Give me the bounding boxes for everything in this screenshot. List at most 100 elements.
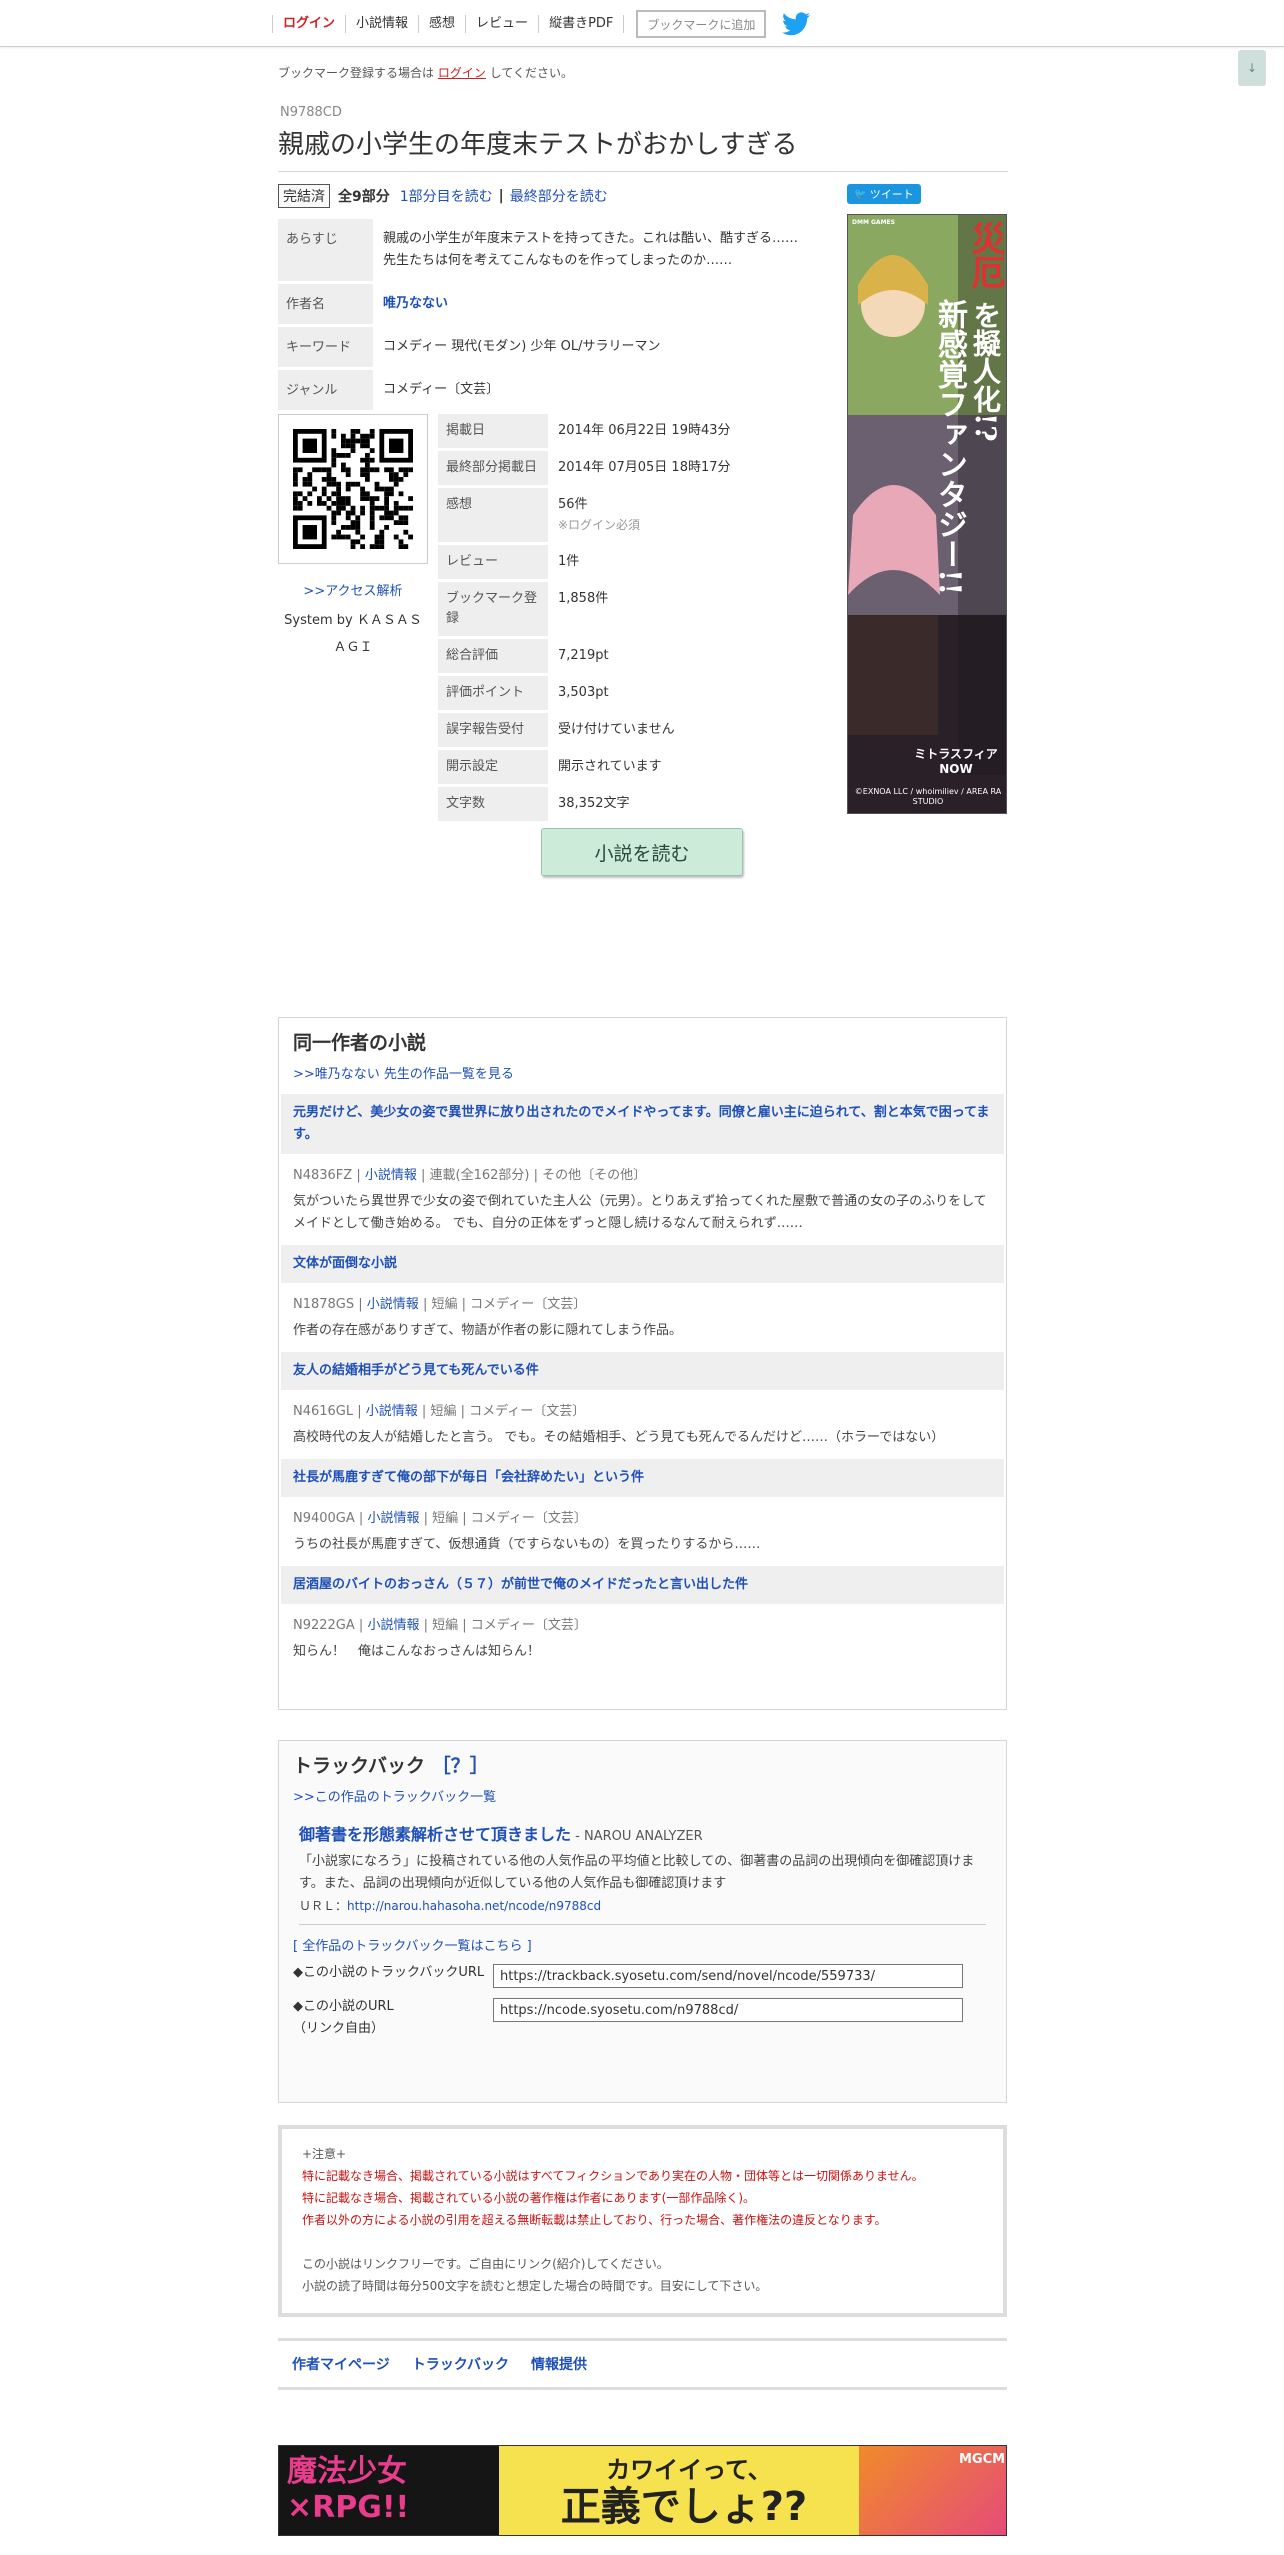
qr-module <box>302 477 308 482</box>
qr-module <box>360 510 365 516</box>
login-link[interactable]: ログイン <box>438 66 486 80</box>
qr-module <box>374 544 380 549</box>
qr-module <box>326 505 332 511</box>
table-row: 誤字報告受付 受け付けていません <box>438 713 810 747</box>
qr-module <box>369 429 375 434</box>
novel-info-link[interactable]: 小説情報 <box>366 1404 418 1419</box>
trackback-list-link[interactable]: >>この作品のトラックバック一覧 <box>293 1790 496 1805</box>
ad-main-text: 正義でしょ?? <box>560 2484 808 2530</box>
qr-module <box>374 481 380 487</box>
qr-module <box>369 520 375 525</box>
link-free-note: （リンク自由） <box>293 2021 385 2036</box>
qr-module <box>393 520 399 525</box>
twitter-bird-icon[interactable] <box>782 12 811 36</box>
novel-info-link[interactable]: 小説情報 <box>365 1168 417 1183</box>
scroll-down-button[interactable]: ↓ <box>1238 50 1266 86</box>
nav-impressions[interactable]: 感想 <box>419 15 467 33</box>
author-works-link[interactable]: >>唯乃なない 先生の作品一覧を見る <box>293 1067 514 1082</box>
qr-module <box>293 505 298 511</box>
novel-title-link[interactable]: 文体が面倒な小説 <box>281 1245 1004 1283</box>
qr-module <box>345 501 351 506</box>
read-novel-button[interactable]: 小説を読む <box>541 828 743 876</box>
qr-module <box>350 520 356 525</box>
qr-module <box>307 477 313 482</box>
nav-login[interactable]: ログイン <box>272 15 347 33</box>
novel-code: N1878GS <box>293 1297 355 1312</box>
top-bar: ログイン 小説情報 感想 レビュー 縦書きPDF ブックマークに追加 <box>0 0 1284 47</box>
qr-module <box>365 433 370 439</box>
qr-module <box>369 544 375 549</box>
qr-module <box>350 525 356 530</box>
impressions-count[interactable]: 56件 <box>558 495 800 515</box>
novel-info-link[interactable]: 小説情報 <box>367 1511 419 1526</box>
qr-module <box>341 525 346 530</box>
qr-module <box>360 534 365 540</box>
novel-desc: 知らん！ 俺はこんなおっさんは知らん！ <box>293 1644 541 1659</box>
system-by: System by ＫＡＳＡＳＡＧＩ <box>284 613 422 655</box>
qr-module <box>384 501 389 506</box>
novel-title-link[interactable]: 友人の結婚相手がどう見ても死んでいる件 <box>281 1352 1004 1390</box>
last-published-date: 2014年 07月05日 18時17分 <box>558 460 731 475</box>
qr-module <box>336 534 341 540</box>
qr-module <box>374 496 380 501</box>
novel-code: N9400GA <box>293 1511 355 1526</box>
qr-module <box>345 467 351 473</box>
qr-module <box>350 438 356 444</box>
novel-info-link[interactable]: 小説情報 <box>367 1618 419 1633</box>
side-banner-ad[interactable]: DMM GAMES 災厄 を擬人化!? 新感覚ファンタジー!! ミトラスフィアN… <box>847 214 1007 814</box>
qr-module <box>341 453 346 458</box>
novel-info-link[interactable]: 小説情報 <box>367 1297 419 1312</box>
qr-module <box>403 544 409 549</box>
novel-info-table: あらすじ 親戚の小学生が年度末テストを持ってきた。これは酷い、酷すぎる……先生た… <box>278 216 810 413</box>
login-required-note: ※ログイン必須 <box>558 518 641 532</box>
novel-desc: 作者の存在感がありすぎて、物語が作者の影に隠れてしまう作品。 <box>293 1323 682 1338</box>
qr-module <box>355 525 361 530</box>
tweet-button[interactable]: 🐦 ツイート <box>847 184 921 204</box>
trackback-item-title[interactable]: 御著書を形態素解析させて頂きました <box>299 1825 571 1844</box>
novel-title-link[interactable]: 居酒屋のバイトのおっさん（５７）が前世で俺のメイドだったと言い出した件 <box>281 1566 1004 1604</box>
nav-novel-info[interactable]: 小説情報 <box>346 15 420 33</box>
qr-module <box>293 477 298 482</box>
novel-title-link[interactable]: 元男だけど、美少女の姿で異世界に放り出されたのでメイドやってます。同僚と雇い主に… <box>281 1094 1004 1154</box>
access-analysis-link[interactable]: >>アクセス解析 <box>278 580 428 599</box>
qr-module <box>365 477 370 482</box>
qr-module <box>408 467 413 473</box>
read-last-link[interactable]: 最終部分を読む <box>510 186 608 206</box>
author-link[interactable]: 唯乃なない <box>383 296 448 311</box>
qr-module <box>403 505 409 511</box>
read-first-link[interactable]: 1部分目を読む <box>400 186 493 206</box>
notice-line: 小説の読了時間は毎分500文字を読むと想定した場合の時間です。目安にして下さい。 <box>302 2279 768 2293</box>
add-bookmark-button[interactable]: ブックマークに追加 <box>636 10 767 38</box>
trackback-item-desc: 「小説家になろう」に投稿されている他の人気作品の平均値と比較しての、御著書の品詞… <box>299 1854 975 1891</box>
footer-author-mypage-link[interactable]: 作者マイページ <box>292 2354 390 2374</box>
qr-module <box>312 467 317 473</box>
qr-module <box>369 525 375 530</box>
nav-reviews[interactable]: レビュー <box>466 15 540 33</box>
nav-vertical-pdf[interactable]: 縦書きPDF <box>539 15 625 33</box>
novel-desc: 気がついたら異世界で少女の姿で倒れていた主人公（元男）。とりあえず拾ってくれた屋… <box>293 1194 987 1231</box>
qr-module <box>341 505 346 511</box>
qr-module <box>336 501 341 506</box>
all-trackbacks-link[interactable]: [ 全作品のトラックバック一覧はこちら ] <box>293 1939 532 1954</box>
qr-module <box>341 433 346 439</box>
qr-module <box>403 467 409 473</box>
footer-trackback-link[interactable]: トラックバック <box>412 2354 509 2374</box>
trackback-url-field[interactable] <box>493 1964 963 1988</box>
qr-module <box>398 520 404 525</box>
qr-module <box>293 496 298 501</box>
qr-module <box>398 477 404 482</box>
qr-module <box>336 510 341 516</box>
trackback-url-link[interactable]: http://narou.hahasoha.net/ncode/n9788cd <box>347 1899 601 1913</box>
list-item: 友人の結婚相手がどう見ても死んでいる件 N4616GL | 小説情報 | 短編 |… <box>279 1352 1006 1459</box>
qr-module <box>321 491 327 497</box>
footer-info-link[interactable]: 情報提供 <box>531 2354 587 2374</box>
table-row: レビュー 1件 <box>438 545 810 579</box>
novel-title-link[interactable]: 社長が馬鹿すぎて俺の部下が毎日「会社辞めたい」という件 <box>281 1459 1004 1497</box>
bottom-banner-ad[interactable]: 魔法少女×RPG!! カワイイって、 正義でしょ?? MGCM <box>278 2445 1007 2536</box>
keywords: コメディー 現代(モダン) 少年 OL/サラリーマン <box>383 339 661 354</box>
novel-url-field[interactable] <box>493 1998 963 2022</box>
trackback-help-link[interactable]: ［？］ <box>432 1755 489 1777</box>
novel-stats-table: 掲載日 2014年 06月22日 19時43分 最終部分掲載日 2014年 07月0… <box>438 411 810 824</box>
qr-module <box>393 505 399 511</box>
last-published-label: 最終部分掲載日 <box>438 451 548 485</box>
